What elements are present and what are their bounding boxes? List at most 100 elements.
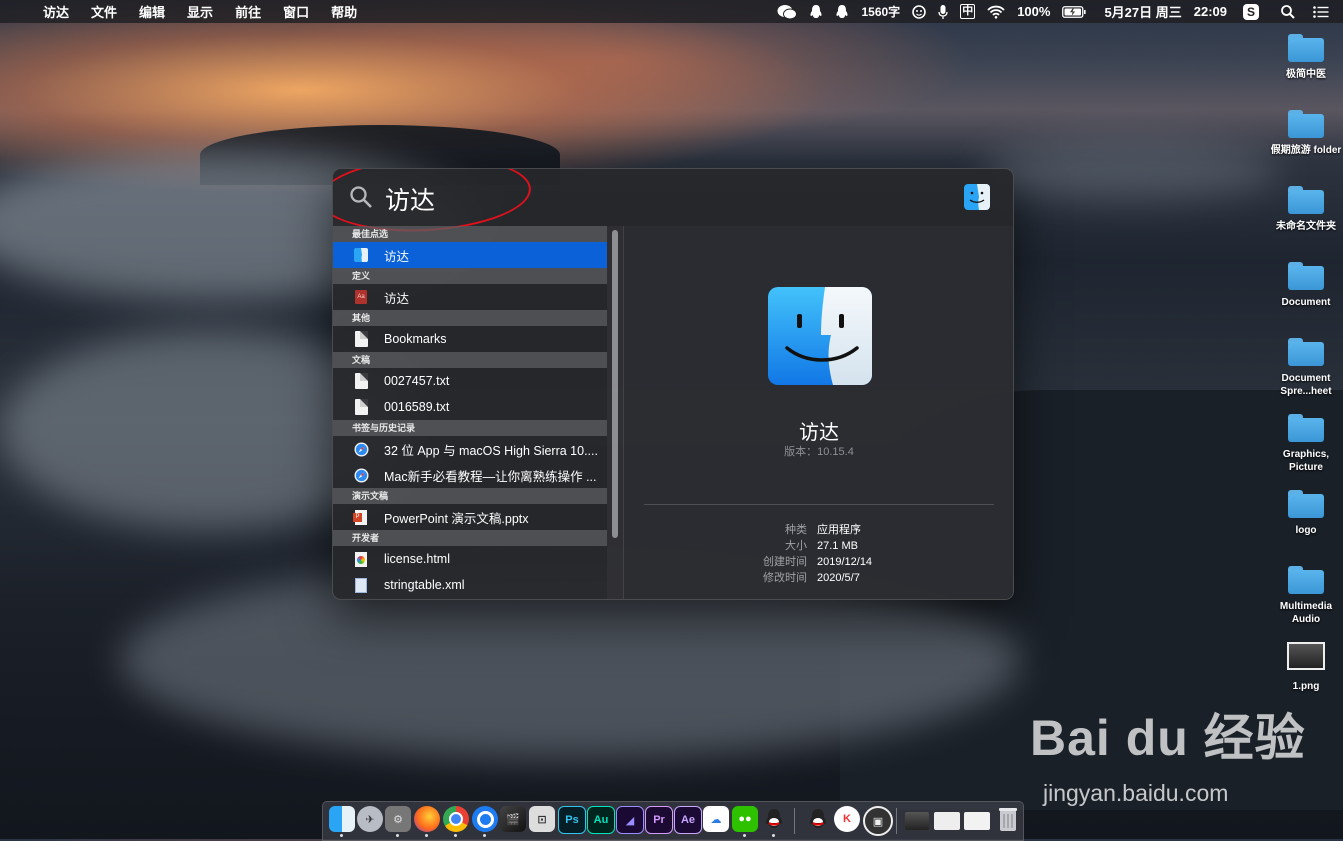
window-3-icon[interactable] (964, 812, 990, 830)
microphone-icon[interactable] (932, 4, 954, 20)
media-encoder-icon[interactable]: ◢ (616, 806, 644, 834)
desktop-folder[interactable]: 假期旅游 folder (1269, 110, 1343, 157)
menu-help[interactable]: 帮助 (320, 2, 368, 21)
result-item[interactable]: Mac新手必看教程—让你离熟练操作 ... (333, 462, 607, 488)
final-cut-icon[interactable]: 🎬 (500, 806, 526, 832)
result-item[interactable]: P PowerPoint 演示文稿.pptx (333, 504, 607, 530)
folder-icon (1288, 490, 1324, 518)
qq-icon[interactable] (761, 806, 787, 837)
finder-icon[interactable] (329, 806, 355, 837)
wechat-icon[interactable]: ●● (732, 806, 758, 837)
scrollbar-thumb[interactable] (612, 230, 618, 538)
clock-date[interactable]: 5月27日 周三 (1092, 2, 1187, 21)
photoshop-icon[interactable]: Ps (558, 806, 586, 834)
xml-file-icon (353, 577, 369, 593)
result-item[interactable]: Bookmarks (333, 326, 607, 352)
wifi-icon[interactable] (981, 5, 1011, 19)
battery-percentage[interactable]: 100% (1011, 4, 1056, 19)
folder-icon (1288, 186, 1324, 214)
document-icon (353, 331, 369, 347)
desktop-folder[interactable]: Document Spre...heet (1269, 338, 1343, 398)
result-item[interactable]: Aa 访达 (333, 284, 607, 310)
app-s-status-icon[interactable]: S (1237, 3, 1265, 20)
section-header: 文稿 (333, 352, 607, 368)
document-icon (353, 399, 369, 415)
desktop-item-label: logo (1295, 525, 1317, 536)
meta-key: 创建时间 (763, 556, 807, 568)
section-header: 书签与历史记录 (333, 420, 607, 436)
dock-separator (896, 808, 897, 834)
premiere-icon[interactable]: Pr (645, 806, 673, 834)
results-scrollbar[interactable] (607, 226, 623, 599)
qq2-icon[interactable] (805, 806, 831, 832)
qq-status-icon-2[interactable] (829, 4, 855, 20)
meta-value: 应用程序 (817, 524, 861, 536)
section-header: 最佳点选 (333, 226, 607, 242)
section-header: 其他 (333, 310, 607, 326)
result-label: 0016589.txt (384, 400, 450, 414)
dictionary-icon: Aa (353, 289, 369, 305)
menu-window[interactable]: 窗口 (272, 2, 320, 21)
menu-edit[interactable]: 编辑 (128, 2, 176, 21)
desktop-folder[interactable]: Document (1269, 262, 1343, 309)
safari-icon (353, 467, 369, 483)
firefox-icon[interactable] (414, 806, 440, 837)
kugou-icon[interactable]: K (834, 806, 860, 832)
result-item[interactable]: 0027457.txt (333, 368, 607, 394)
baidu-watermark-url: jingyan.baidu.com (1043, 780, 1229, 806)
baidu-netdisk-icon[interactable]: ☁ (703, 806, 729, 832)
word-count-status[interactable]: 1560字 (855, 3, 906, 20)
window-2-icon[interactable] (934, 812, 960, 830)
wechat-status-icon[interactable] (771, 4, 803, 20)
menu-view[interactable]: 显示 (176, 2, 224, 21)
input-method-status[interactable]: 中 (954, 4, 981, 19)
spotlight-search-icon[interactable] (1265, 4, 1301, 19)
notification-center-icon[interactable] (1301, 5, 1343, 18)
launchpad-icon[interactable]: ✈ (357, 806, 383, 832)
baidu-watermark-logo: Bai du 经验 (1030, 710, 1306, 766)
result-item[interactable]: license.html (333, 546, 607, 572)
audition-icon[interactable]: Au (587, 806, 615, 834)
system-preferences-icon[interactable]: ⚙ (385, 806, 411, 837)
section-header: 演示文稿 (333, 488, 607, 504)
spotlight-window: 访达 最佳点选 访达 定义 Aa 访达 其他 Bookmarks 文稿 0027… (332, 168, 1014, 600)
desktop-folder[interactable]: logo (1269, 490, 1343, 537)
menu-file[interactable]: 文件 (80, 2, 128, 21)
emoji-status-icon[interactable] (906, 4, 932, 19)
desktop-item-label: 1.png (1292, 681, 1320, 692)
chrome-icon[interactable] (443, 806, 469, 837)
clock-time[interactable]: 22:09 (1188, 4, 1237, 19)
section-header: 定义 (333, 268, 607, 284)
qq-status-icon[interactable] (803, 4, 829, 20)
result-label: stringtable.xml (384, 578, 465, 592)
menu-go[interactable]: 前往 (224, 2, 272, 21)
meta-key: 修改时间 (763, 572, 807, 584)
result-item[interactable]: 0016589.txt (333, 394, 607, 420)
dock: ✈ ⚙ 🎬 ⊡ Ps Au ◢ Pr Ae ☁ ●● K ▣ (322, 801, 1024, 841)
desktop-folder[interactable]: 未命名文件夹 (1269, 186, 1343, 233)
desktop-folder[interactable]: Graphics, Picture (1269, 414, 1343, 474)
meta-key: 种类 (785, 524, 807, 536)
quicktime-icon[interactable] (472, 806, 498, 837)
result-item[interactable]: 32 位 App 与 macOS High Sierra 10.... (333, 436, 607, 462)
desktop-item-label: Document Spre...heet (1280, 373, 1332, 397)
after-effects-icon[interactable]: Ae (674, 806, 702, 834)
dock-separator (794, 808, 795, 834)
menu-bar: 访达 文件 编辑 显示 前往 窗口 帮助 1560字 中 100% 5月27日 … (0, 0, 1343, 23)
desktop-image-file[interactable]: 1.png (1269, 642, 1343, 693)
desktop-item-label: 假期旅游 folder (1270, 145, 1342, 156)
result-label: PowerPoint 演示文稿.pptx (384, 511, 529, 526)
trash-icon[interactable] (995, 806, 1021, 832)
window-1-icon[interactable] (905, 812, 929, 830)
html-file-icon (353, 551, 369, 567)
screen-capture-icon[interactable]: ▣ (863, 806, 893, 836)
desktop-folder[interactable]: 极简中医 (1269, 34, 1343, 81)
desktop-folder[interactable]: Multimedia Audio (1269, 566, 1343, 626)
menu-finder[interactable]: 访达 (32, 2, 80, 21)
screenshot-icon[interactable]: ⊡ (529, 806, 555, 832)
result-item[interactable]: stringtable.xml (333, 572, 607, 598)
battery-icon[interactable] (1056, 5, 1092, 18)
result-label: Bookmarks (384, 332, 447, 346)
folder-icon (1288, 34, 1324, 62)
result-item[interactable]: 访达 (333, 242, 607, 268)
